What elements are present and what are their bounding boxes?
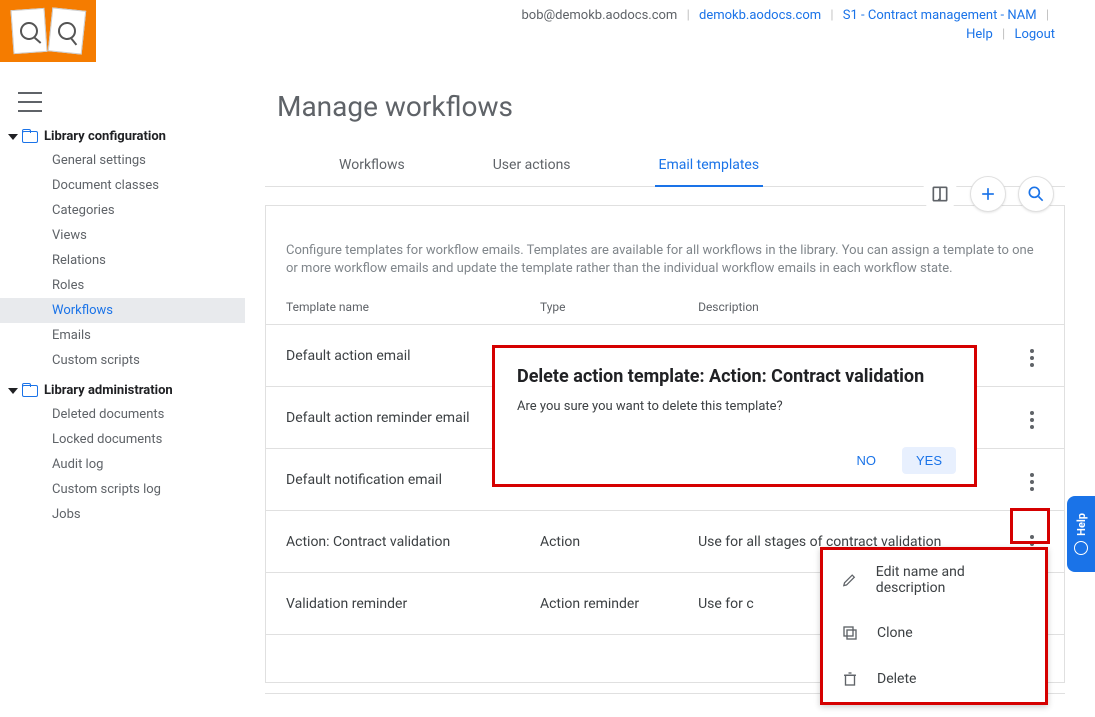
sidebar-item-jobs[interactable]: Jobs <box>0 502 245 527</box>
tab-workflows[interactable]: Workflows <box>335 147 409 186</box>
delete-confirm-dialog: Delete action template: Action: Contract… <box>492 345 977 487</box>
col-type: Type <box>520 290 678 325</box>
search-button[interactable] <box>1018 176 1054 212</box>
sidebar-item-relations[interactable]: Relations <box>0 248 245 273</box>
sidebar-item-locked-documents[interactable]: Locked documents <box>0 427 245 452</box>
help-side-tab[interactable]: Help <box>1067 496 1095 572</box>
confirm-title: Delete action template: Action: Contract… <box>517 366 952 387</box>
sidebar-group-library-configuration[interactable]: Library configuration <box>0 125 245 148</box>
row-actions-icon[interactable] <box>1020 408 1044 432</box>
book-icon <box>930 184 950 204</box>
cell-type: Action reminder <box>520 573 678 635</box>
chevron-down-icon <box>8 134 18 140</box>
menu-delete[interactable]: Delete <box>823 656 1045 702</box>
highlight-row-actions <box>1010 508 1050 544</box>
app-logo[interactable] <box>0 0 96 62</box>
folder-icon <box>22 131 38 143</box>
help-tab-label: Help <box>1075 513 1088 536</box>
row-context-menu: Edit name and description Clone Delete <box>820 547 1048 705</box>
chevron-down-icon <box>8 388 18 394</box>
intro-text: Configure templates for workflow emails.… <box>266 206 1064 290</box>
user-email: bob@demokb.aodocs.com <box>521 8 677 23</box>
confirm-body: Are you sure you want to delete this tem… <box>517 399 952 414</box>
menu-edit[interactable]: Edit name and description <box>823 550 1045 610</box>
tab-user-actions[interactable]: User actions <box>489 147 575 186</box>
menu-clone[interactable]: Clone <box>823 610 1045 656</box>
chat-icon <box>1074 541 1088 555</box>
confirm-yes-button[interactable]: YES <box>902 447 956 474</box>
menu-item-label: Edit name and description <box>876 564 1027 596</box>
sidebar-item-custom-scripts-log[interactable]: Custom scripts log <box>0 477 245 502</box>
row-actions-icon[interactable] <box>1020 346 1044 370</box>
sidebar-item-deleted-documents[interactable]: Deleted documents <box>0 402 245 427</box>
cell-type: Action <box>520 511 678 573</box>
folder-icon <box>22 385 38 397</box>
sidebar-group-library-administration[interactable]: Library administration <box>0 379 245 402</box>
sidebar-item-general-settings[interactable]: General settings <box>0 148 245 173</box>
row-actions-icon[interactable] <box>1020 470 1044 494</box>
menu-item-label: Clone <box>877 625 913 641</box>
trash-icon <box>841 670 859 688</box>
pencil-icon <box>841 571 858 589</box>
sidebar-item-workflows[interactable]: Workflows <box>0 298 245 323</box>
tab-email-templates[interactable]: Email templates <box>655 147 764 187</box>
cell-name: Action: Contract validation <box>266 511 520 573</box>
guide-button[interactable] <box>922 176 958 212</box>
context-link[interactable]: S1 - Contract management - NAM <box>843 8 1037 23</box>
sidebar-item-views[interactable]: Views <box>0 223 245 248</box>
plus-icon <box>978 184 998 204</box>
page-title: Manage workflows <box>277 90 1065 123</box>
cell-name: Validation reminder <box>266 573 520 635</box>
logout-link[interactable]: Logout <box>1014 27 1055 42</box>
menu-item-label: Delete <box>877 671 916 687</box>
cell-name: Default notification email <box>266 449 520 511</box>
col-description: Description <box>678 290 1000 325</box>
sidebar-item-audit-log[interactable]: Audit log <box>0 452 245 477</box>
sidebar-group-label: Library configuration <box>44 129 166 144</box>
header-bar: bob@demokb.aodocs.com | demokb.aodocs.co… <box>521 0 1095 62</box>
menu-toggle-icon[interactable] <box>18 92 42 112</box>
col-template-name: Template name <box>266 290 520 325</box>
sidebar-group-label: Library administration <box>44 383 173 398</box>
cell-name: Default action email <box>266 325 520 387</box>
search-icon <box>1026 184 1046 204</box>
sidebar-item-custom-scripts[interactable]: Custom scripts <box>0 348 245 373</box>
cell-name: Default action reminder email <box>266 387 520 449</box>
sidebar: Library configuration General settings D… <box>0 125 245 527</box>
sidebar-item-emails[interactable]: Emails <box>0 323 245 348</box>
add-button[interactable] <box>970 176 1006 212</box>
copy-icon <box>841 624 859 642</box>
sidebar-item-document-classes[interactable]: Document classes <box>0 173 245 198</box>
sidebar-item-roles[interactable]: Roles <box>0 273 245 298</box>
help-link[interactable]: Help <box>966 27 993 42</box>
domain-link[interactable]: demokb.aodocs.com <box>699 8 821 23</box>
sidebar-item-categories[interactable]: Categories <box>0 198 245 223</box>
confirm-no-button[interactable]: NO <box>842 447 890 474</box>
